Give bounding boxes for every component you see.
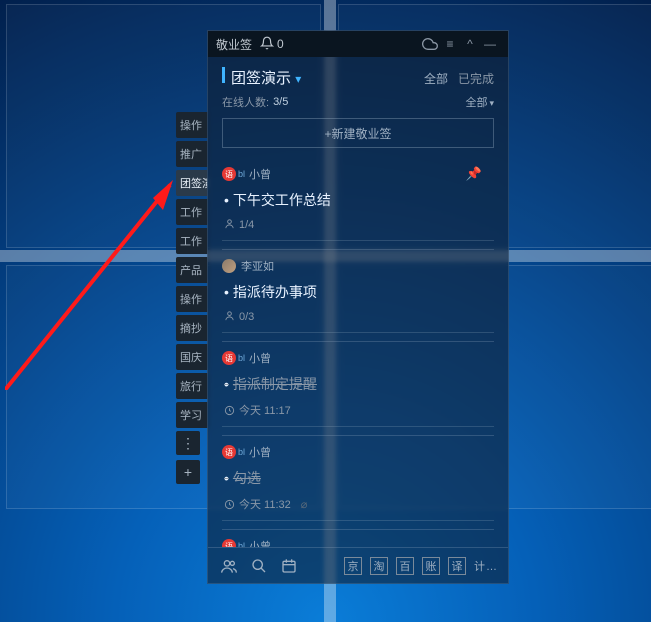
shortcut-button[interactable]: 百 [396, 557, 414, 575]
task-meta: 今天 11:17 [222, 402, 494, 418]
online-label: 在线人数: [222, 94, 269, 110]
task-group: 李亚如 指派待办事项 0/3 [222, 249, 494, 333]
side-tab[interactable]: 旅行 [176, 373, 208, 399]
assignee-row[interactable]: 语 bl 小曾 📌 [222, 166, 494, 182]
calendar-icon[interactable] [278, 555, 300, 577]
task-group: 语 bl 小曾 [222, 529, 494, 547]
assignee-row[interactable]: 语 bl 小曾 [222, 538, 494, 547]
search-icon[interactable] [248, 555, 270, 577]
collapse-icon[interactable]: ^ [460, 34, 480, 54]
assignee-name: 小曾 [249, 350, 271, 366]
assignee-name: 李亚如 [241, 258, 274, 274]
assignee-name: 小曾 [249, 444, 271, 460]
meta-divider-icon: ⌀ [301, 498, 308, 511]
main-panel: 敬业签 0 ≡ ^ — 团签演示 ▾ 全部 已完成 在线人数: 3/5 全部 +… [207, 30, 509, 584]
task-group: 语 bl 小曾 指派制定提醒 今天 11:17 [222, 341, 494, 427]
side-tab[interactable]: 推广 [176, 141, 208, 167]
side-tab[interactable]: 产品 [176, 257, 208, 283]
avatar-tag: bl [238, 447, 245, 457]
avatar-icon: 语 [222, 351, 236, 365]
side-tab-active[interactable]: 团签演示 [176, 170, 208, 196]
side-tab[interactable]: 操作 [176, 286, 208, 312]
online-count: 3/5 [273, 96, 288, 108]
chevron-down-icon: ▾ [295, 72, 301, 86]
side-tab[interactable]: 工作 [176, 199, 208, 225]
side-add-button[interactable]: + [176, 460, 200, 484]
task-meta: 0/3 [222, 310, 494, 324]
filter-all[interactable]: 全部 [424, 70, 448, 87]
task-group: 语 bl 小曾 📌 下午交工作总结 1/4 [222, 158, 494, 241]
clock-icon [224, 499, 235, 510]
minimize-icon[interactable]: — [480, 34, 500, 54]
cloud-sync-icon[interactable] [420, 34, 440, 54]
avatar-tag: bl [238, 169, 245, 179]
accent-bar [222, 67, 225, 83]
task-meta: 今天 11:32 ⌀ [222, 496, 494, 512]
filter-done[interactable]: 已完成 [458, 70, 494, 87]
side-tab[interactable]: 国庆 [176, 344, 208, 370]
side-tab[interactable]: 工作 [176, 228, 208, 254]
person-icon [224, 310, 235, 324]
contacts-icon[interactable] [218, 555, 240, 577]
assignee-row[interactable]: 李亚如 [222, 258, 494, 274]
avatar-icon: 语 [222, 445, 236, 459]
notification-count: 0 [277, 37, 284, 51]
assignee-row[interactable]: 语 bl 小曾 [222, 350, 494, 366]
new-note-button[interactable]: +新建敬业签 [222, 118, 494, 148]
pin-icon[interactable]: 📌 [466, 166, 482, 182]
panel-header: 团签演示 ▾ 全部 已完成 [208, 57, 508, 94]
person-icon [224, 218, 235, 232]
shortcut-button[interactable]: 译 [448, 557, 466, 575]
assignee-name: 小曾 [249, 538, 271, 547]
footer-bar: 京 淘 百 账 译 计… [208, 547, 508, 583]
app-title: 敬业签 [216, 36, 252, 53]
shortcut-more[interactable]: 计… [474, 558, 498, 574]
avatar-icon [222, 259, 236, 273]
task-title[interactable]: 勾选 [222, 468, 494, 488]
scope-selector[interactable]: 全部 [465, 94, 494, 110]
side-tab-list: 操作 推广 团签演示 工作 工作 产品 操作 摘抄 国庆 旅行 学习 ⋮ + [176, 112, 208, 489]
assignee-row[interactable]: 语 bl 小曾 [222, 444, 494, 460]
task-group: 语 bl 小曾 勾选 今天 11:32 ⌀ [222, 435, 494, 521]
task-title[interactable]: 指派制定提醒 [222, 374, 494, 394]
task-title[interactable]: 指派待办事项 [222, 282, 494, 302]
avatar-icon: 语 [222, 539, 236, 547]
task-list: 语 bl 小曾 📌 下午交工作总结 1/4 李亚如 指派待办事项 0/3 [208, 158, 508, 547]
task-meta: 1/4 [222, 218, 494, 232]
shortcut-button[interactable]: 京 [344, 557, 362, 575]
side-tab[interactable]: 学习 [176, 402, 208, 428]
category-name[interactable]: 团签演示 ▾ [231, 67, 414, 88]
shortcut-button[interactable]: 淘 [370, 557, 388, 575]
bell-icon[interactable] [260, 36, 274, 53]
title-bar: 敬业签 0 ≡ ^ — [208, 31, 508, 57]
avatar-tag: bl [238, 353, 245, 363]
menu-icon[interactable]: ≡ [440, 34, 460, 54]
avatar-icon: 语 [222, 167, 236, 181]
task-title[interactable]: 下午交工作总结 [222, 190, 494, 210]
side-tab[interactable]: 操作 [176, 112, 208, 138]
clock-icon [224, 405, 235, 416]
shortcut-button[interactable]: 账 [422, 557, 440, 575]
sub-header: 在线人数: 3/5 全部 [208, 94, 508, 118]
assignee-name: 小曾 [249, 166, 271, 182]
side-more-button[interactable]: ⋮ [176, 431, 200, 455]
side-tab[interactable]: 摘抄 [176, 315, 208, 341]
